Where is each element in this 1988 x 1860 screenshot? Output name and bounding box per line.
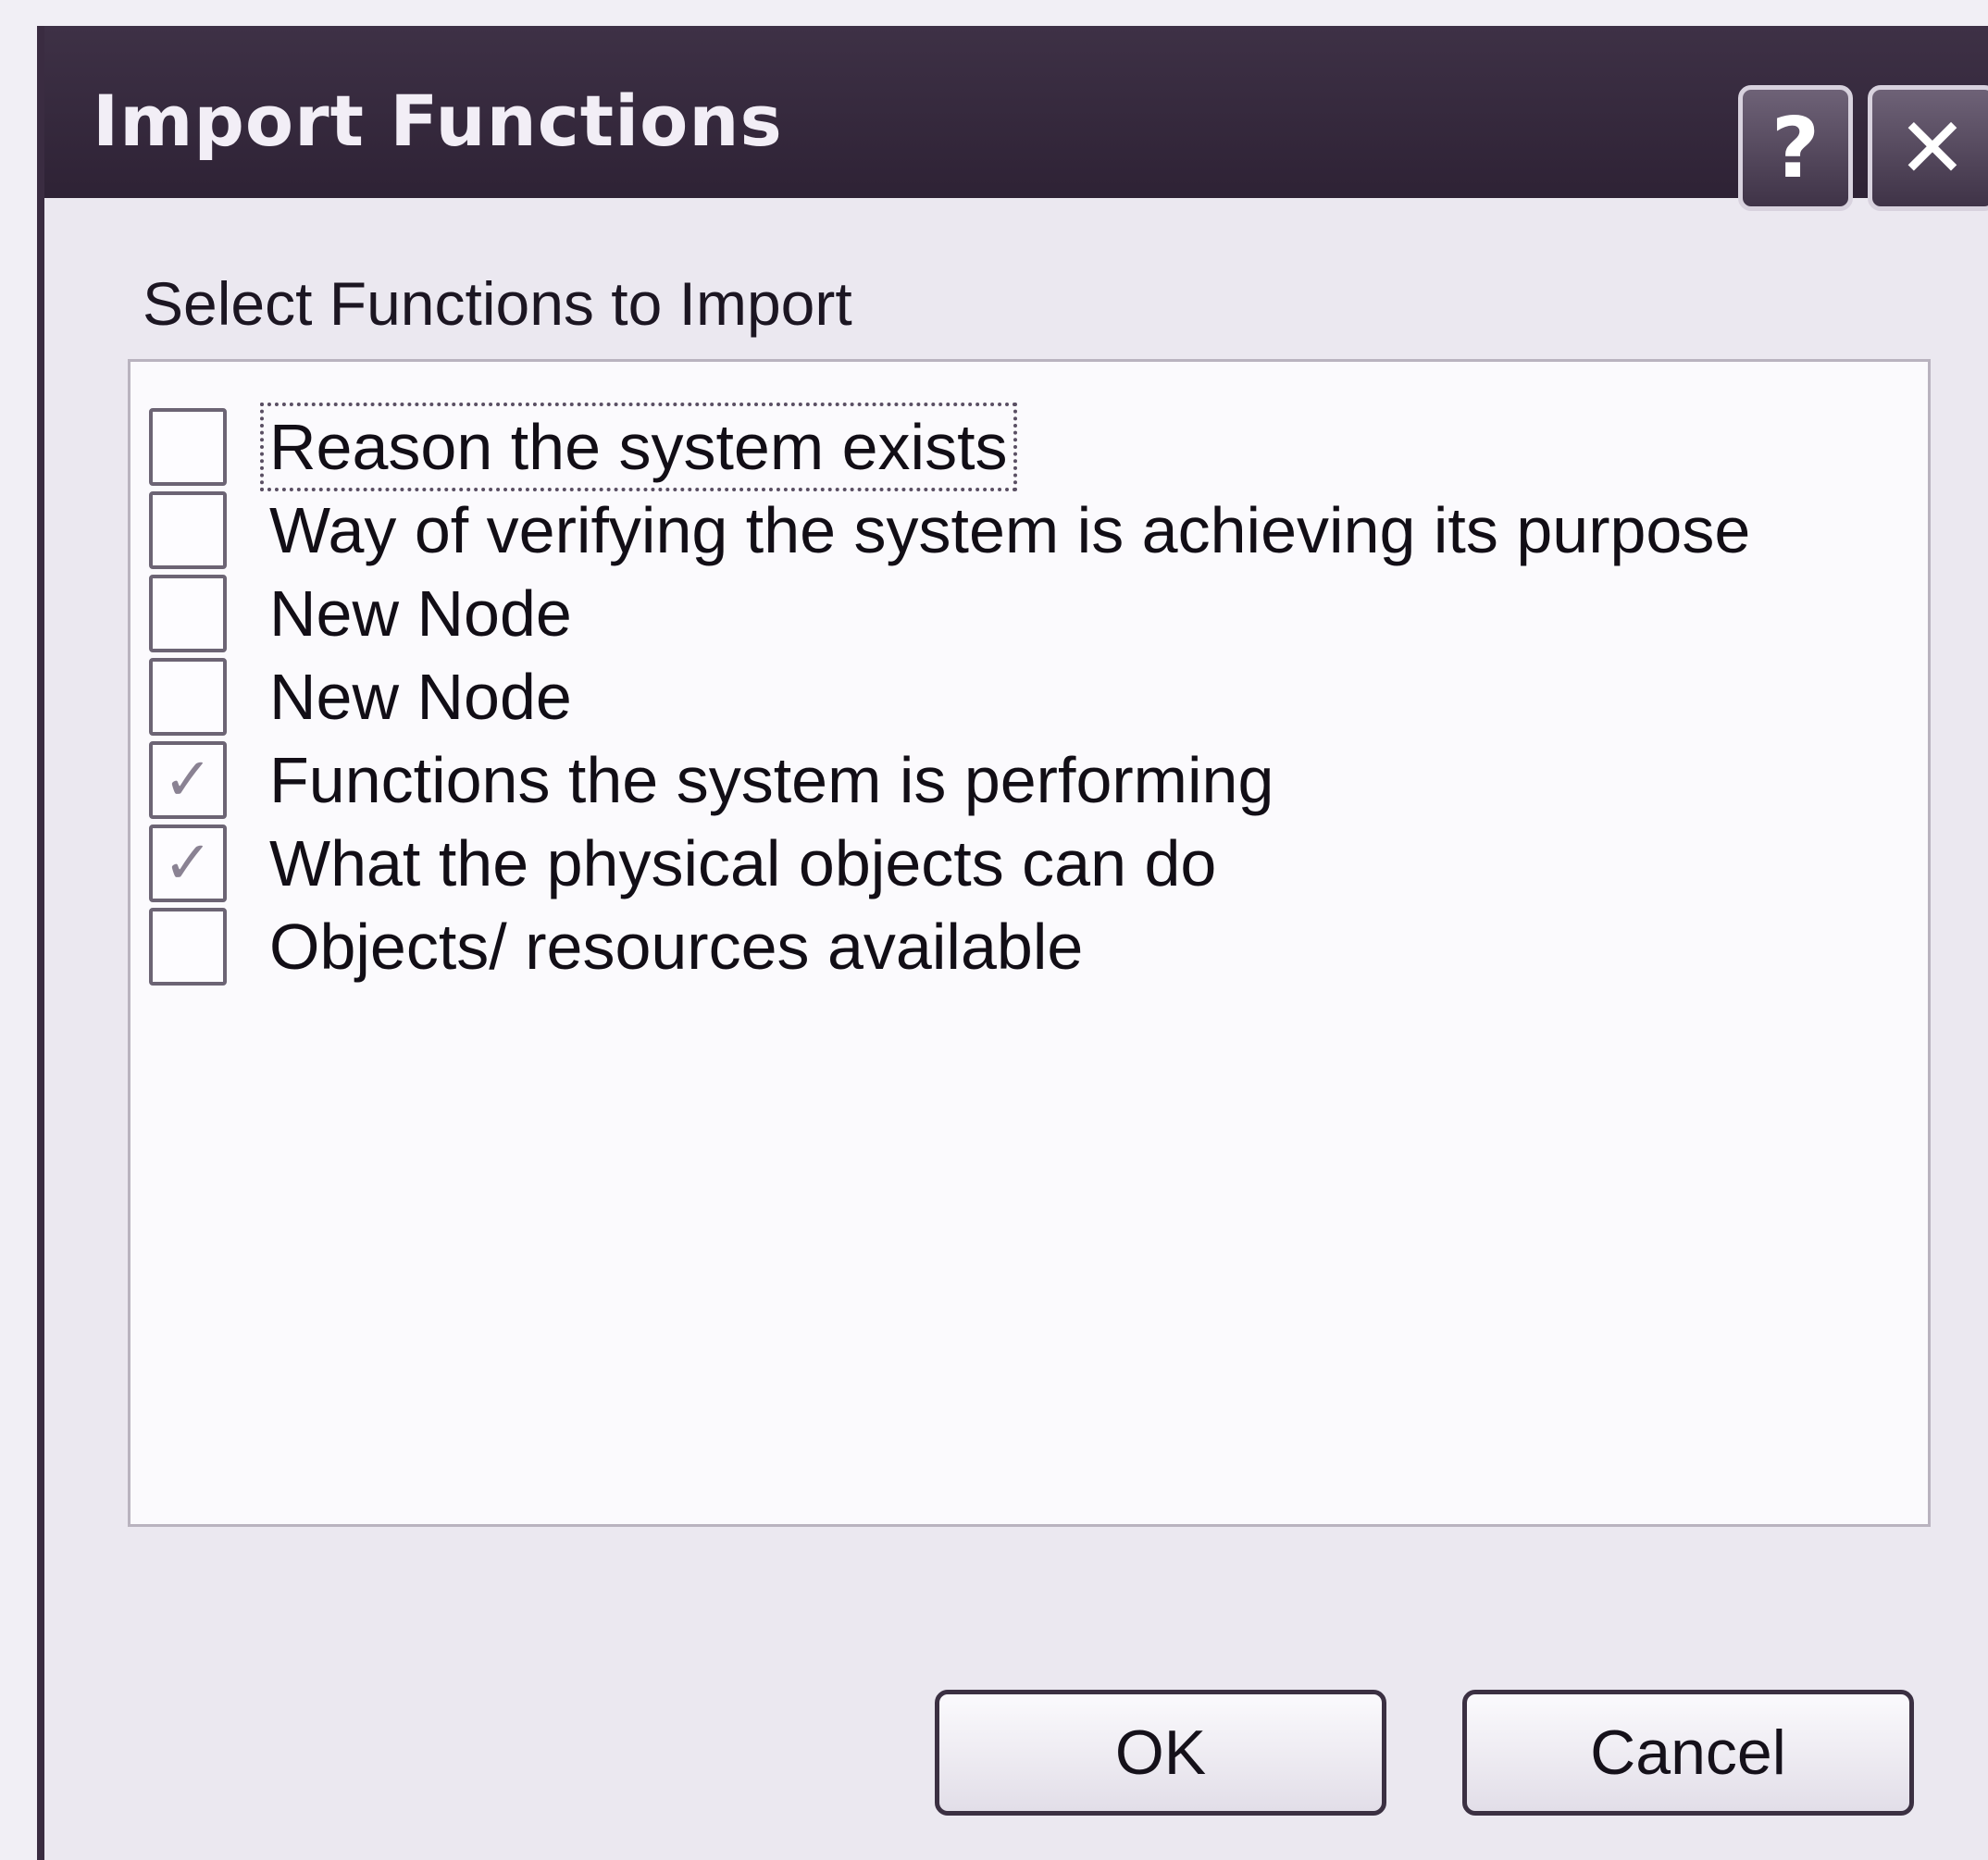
item-label: What the physical objects can do [269, 827, 1217, 899]
checkbox[interactable] [149, 575, 227, 652]
import-functions-dialog: Import Functions ? ✕ Select Functions to… [37, 26, 1988, 1860]
window-title: Import Functions [93, 80, 783, 162]
close-button[interactable]: ✕ [1868, 85, 1988, 211]
checkbox[interactable] [149, 408, 227, 486]
title-bar[interactable]: Import Functions ? ✕ [44, 26, 1988, 211]
list-item[interactable]: New Node [149, 652, 578, 741]
list-item[interactable]: New Node [149, 569, 578, 658]
checkbox[interactable] [149, 908, 227, 986]
list-item[interactable]: ✓ Functions the system is performing [149, 736, 1279, 825]
item-label: Functions the system is performing [269, 744, 1274, 816]
item-label: Reason the system exists [260, 403, 1017, 491]
list-item[interactable]: Objects/ resources available [149, 902, 1088, 991]
question-mark-icon: ? [1771, 99, 1820, 197]
list-item[interactable]: ✓ What the physical objects can do [149, 819, 1222, 908]
item-label: Objects/ resources available [269, 911, 1084, 983]
checkbox[interactable] [149, 658, 227, 736]
list-item[interactable]: Reason the system exists [149, 403, 1017, 491]
checkmark-icon-checkbox[interactable]: ✓ [149, 741, 227, 819]
item-label: Way of verifying the system is achieving… [269, 494, 1751, 566]
cancel-button[interactable]: Cancel [1462, 1690, 1914, 1816]
checkbox[interactable] [149, 491, 227, 569]
checkmark-icon-checkbox[interactable]: ✓ [149, 825, 227, 902]
help-button[interactable]: ? [1738, 85, 1853, 211]
functions-checklist[interactable]: Reason the system exists Way of verifyin… [128, 359, 1931, 1527]
close-icon: ✕ [1897, 99, 1968, 197]
ok-button[interactable]: OK [935, 1690, 1386, 1816]
list-item[interactable]: Way of verifying the system is achieving… [149, 486, 1756, 575]
item-label: New Node [269, 577, 572, 650]
prompt-label: Select Functions to Import [143, 269, 852, 338]
item-label: New Node [269, 661, 572, 733]
